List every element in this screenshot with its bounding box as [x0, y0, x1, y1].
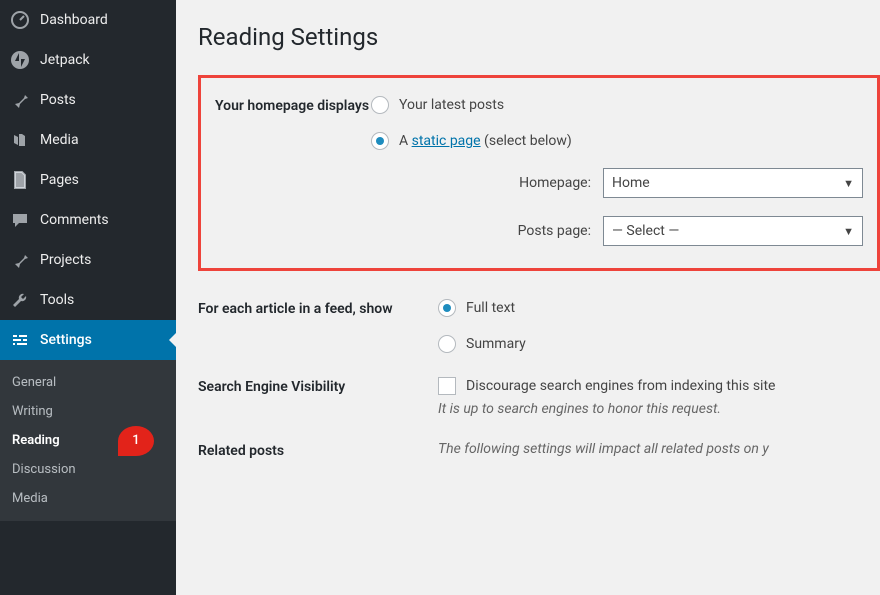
related-row-label: Related posts	[198, 441, 438, 459]
comment-icon	[10, 210, 30, 230]
radio-label: Full text	[466, 300, 515, 316]
highlight-box: Your homepage displays Your latest posts…	[198, 75, 880, 271]
sidebar-item-jetpack[interactable]: Jetpack	[0, 40, 176, 80]
radio-label: Your latest posts	[399, 97, 504, 113]
sev-row-label: Search Engine Visibility	[198, 377, 438, 395]
sev-checkbox[interactable]	[438, 377, 456, 395]
wrench-icon	[10, 290, 30, 310]
sidebar-item-tools[interactable]: Tools	[0, 280, 176, 320]
sidebar-item-label: Comments	[40, 212, 109, 228]
sidebar-item-label: Projects	[40, 252, 91, 268]
sidebar-item-label: Settings	[40, 332, 92, 348]
related-help-text: The following settings will impact all r…	[438, 441, 880, 457]
sidebar-item-dashboard[interactable]: Dashboard	[0, 0, 176, 40]
chevron-down-icon: ▼	[843, 225, 854, 238]
submenu-item-writing[interactable]: Writing	[0, 397, 176, 426]
sev-help-text: It is up to search engines to honor this…	[438, 401, 880, 417]
sidebar-item-pages[interactable]: Pages	[0, 160, 176, 200]
homepage-row-label: Your homepage displays	[215, 96, 371, 114]
settings-submenu: General Writing Reading 1 Discussion Med…	[0, 360, 176, 521]
chevron-down-icon: ▼	[843, 177, 854, 190]
select-value: — Select —	[612, 223, 679, 239]
static-page-link[interactable]: static page	[412, 133, 481, 149]
checkbox-label: Discourage search engines from indexing …	[466, 378, 775, 394]
sidebar-item-label: Pages	[40, 172, 79, 188]
posts-page-select[interactable]: — Select — ▼	[603, 216, 863, 246]
page-icon	[10, 170, 30, 190]
submenu-item-media[interactable]: Media	[0, 484, 176, 513]
radio-static-page[interactable]	[371, 132, 389, 150]
submenu-item-discussion[interactable]: Discussion	[0, 455, 176, 484]
dashboard-icon	[10, 10, 30, 30]
sidebar-item-comments[interactable]: Comments	[0, 200, 176, 240]
sidebar-item-settings[interactable]: Settings	[0, 320, 176, 360]
radio-label: Summary	[466, 336, 526, 352]
sidebar-item-label: Dashboard	[40, 12, 108, 28]
sidebar-item-posts[interactable]: Posts	[0, 80, 176, 120]
sidebar-item-media[interactable]: Media	[0, 120, 176, 160]
homepage-select[interactable]: Home ▼	[603, 168, 863, 198]
pin-icon	[10, 250, 30, 270]
sidebar-item-projects[interactable]: Projects	[0, 240, 176, 280]
radio-full-text[interactable]	[438, 299, 456, 317]
annotation-badge: 1	[118, 426, 154, 456]
radio-label: A static page (select below)	[399, 133, 572, 149]
sidebar-item-label: Tools	[40, 292, 74, 308]
feed-row-label: For each article in a feed, show	[198, 299, 438, 317]
radio-summary[interactable]	[438, 335, 456, 353]
page-title: Reading Settings	[198, 23, 880, 51]
jetpack-icon	[10, 50, 30, 70]
radio-latest-posts[interactable]	[371, 96, 389, 114]
sliders-icon	[10, 330, 30, 350]
media-icon	[10, 130, 30, 150]
sidebar-item-label: Jetpack	[40, 52, 90, 68]
select-value: Home	[612, 175, 650, 191]
sidebar-item-label: Posts	[40, 92, 76, 108]
submenu-item-label: Reading	[12, 433, 60, 448]
homepage-select-label: Homepage:	[391, 175, 591, 191]
submenu-item-general[interactable]: General	[0, 368, 176, 397]
posts-page-select-label: Posts page:	[391, 223, 591, 239]
pin-icon	[10, 90, 30, 110]
admin-sidebar: Dashboard Jetpack Posts Media Pages Comm…	[0, 0, 176, 595]
main-content: Reading Settings Your homepage displays …	[176, 0, 880, 595]
submenu-item-reading[interactable]: Reading 1	[0, 426, 176, 455]
sidebar-item-label: Media	[40, 132, 79, 148]
